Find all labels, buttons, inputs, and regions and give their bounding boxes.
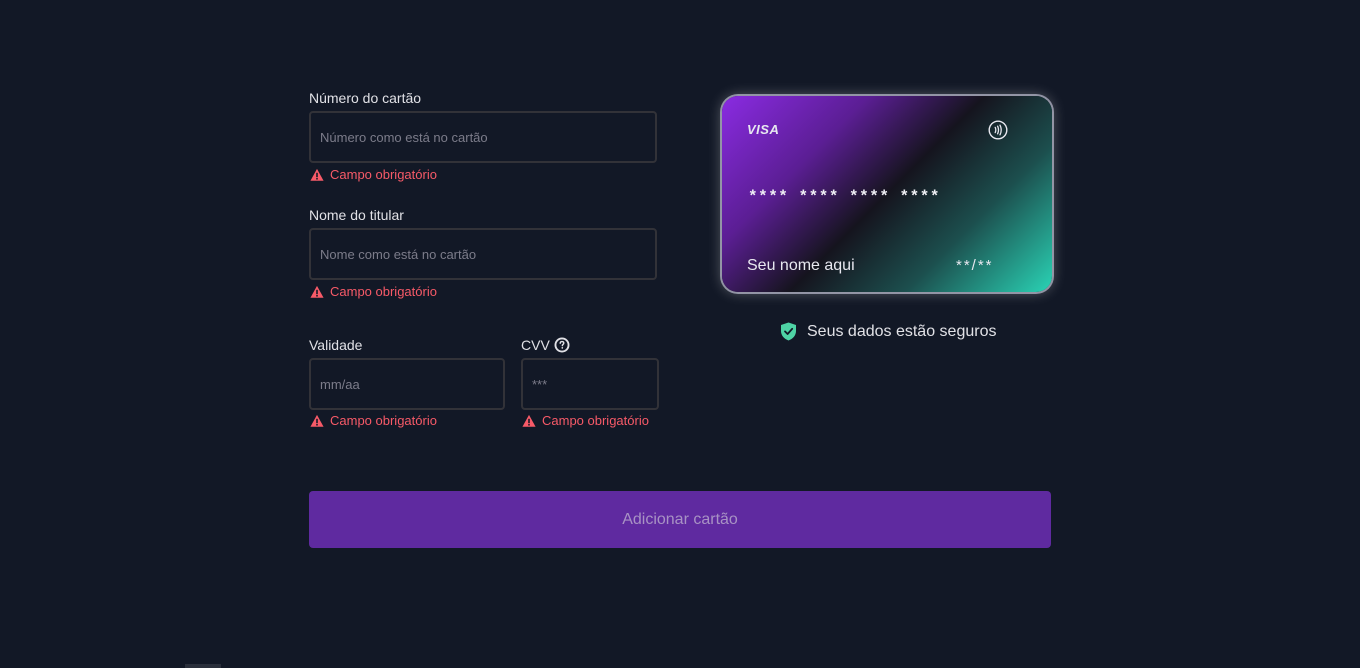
holder-name-error-text: Campo obrigatório: [330, 284, 437, 299]
holder-name-input[interactable]: [309, 228, 657, 280]
card-number-label: Número do cartão: [309, 90, 422, 106]
card-preview-holder: Seu nome aqui: [747, 257, 855, 274]
card-number-error-text: Campo obrigatório: [330, 167, 437, 182]
add-card-page: Número do cartão Campo obrigatório Nome …: [0, 0, 1360, 668]
card-number-input[interactable]: [309, 111, 657, 163]
card-preview-number: **** **** **** ****: [748, 188, 940, 206]
contactless-icon: [988, 120, 1008, 140]
expiry-input[interactable]: [309, 358, 505, 410]
card-brand-logo: VISA: [747, 122, 780, 137]
shield-check-icon: [781, 322, 796, 341]
security-note-text: Seus dados estão seguros: [807, 322, 997, 340]
expiry-error: Campo obrigatório: [310, 413, 437, 429]
warning-icon: [522, 414, 536, 427]
expiry-error-text: Campo obrigatório: [330, 413, 437, 428]
card-number-error: Campo obrigatório: [310, 167, 437, 183]
cvv-error: Campo obrigatório: [522, 413, 649, 429]
cvv-label-row: CVV: [521, 337, 570, 353]
cvv-label: CVV: [521, 337, 550, 353]
cvv-input[interactable]: [521, 358, 659, 410]
scroll-indicator: [185, 664, 221, 668]
holder-name-label: Nome do titular: [309, 207, 404, 223]
add-card-button[interactable]: Adicionar cartão: [309, 491, 1051, 548]
card-preview-expiry: **/**: [956, 257, 994, 274]
expiry-label: Validade: [309, 337, 363, 353]
security-note: Seus dados estão seguros: [780, 322, 996, 341]
warning-icon: [310, 285, 324, 298]
warning-icon: [310, 414, 324, 427]
card-preview: VISA **** **** **** **** Seu nome aqui *…: [722, 96, 1052, 292]
holder-name-error: Campo obrigatório: [310, 284, 437, 300]
warning-icon: [310, 168, 324, 181]
cvv-error-text: Campo obrigatório: [542, 413, 649, 428]
question-circle-icon[interactable]: [554, 337, 570, 353]
